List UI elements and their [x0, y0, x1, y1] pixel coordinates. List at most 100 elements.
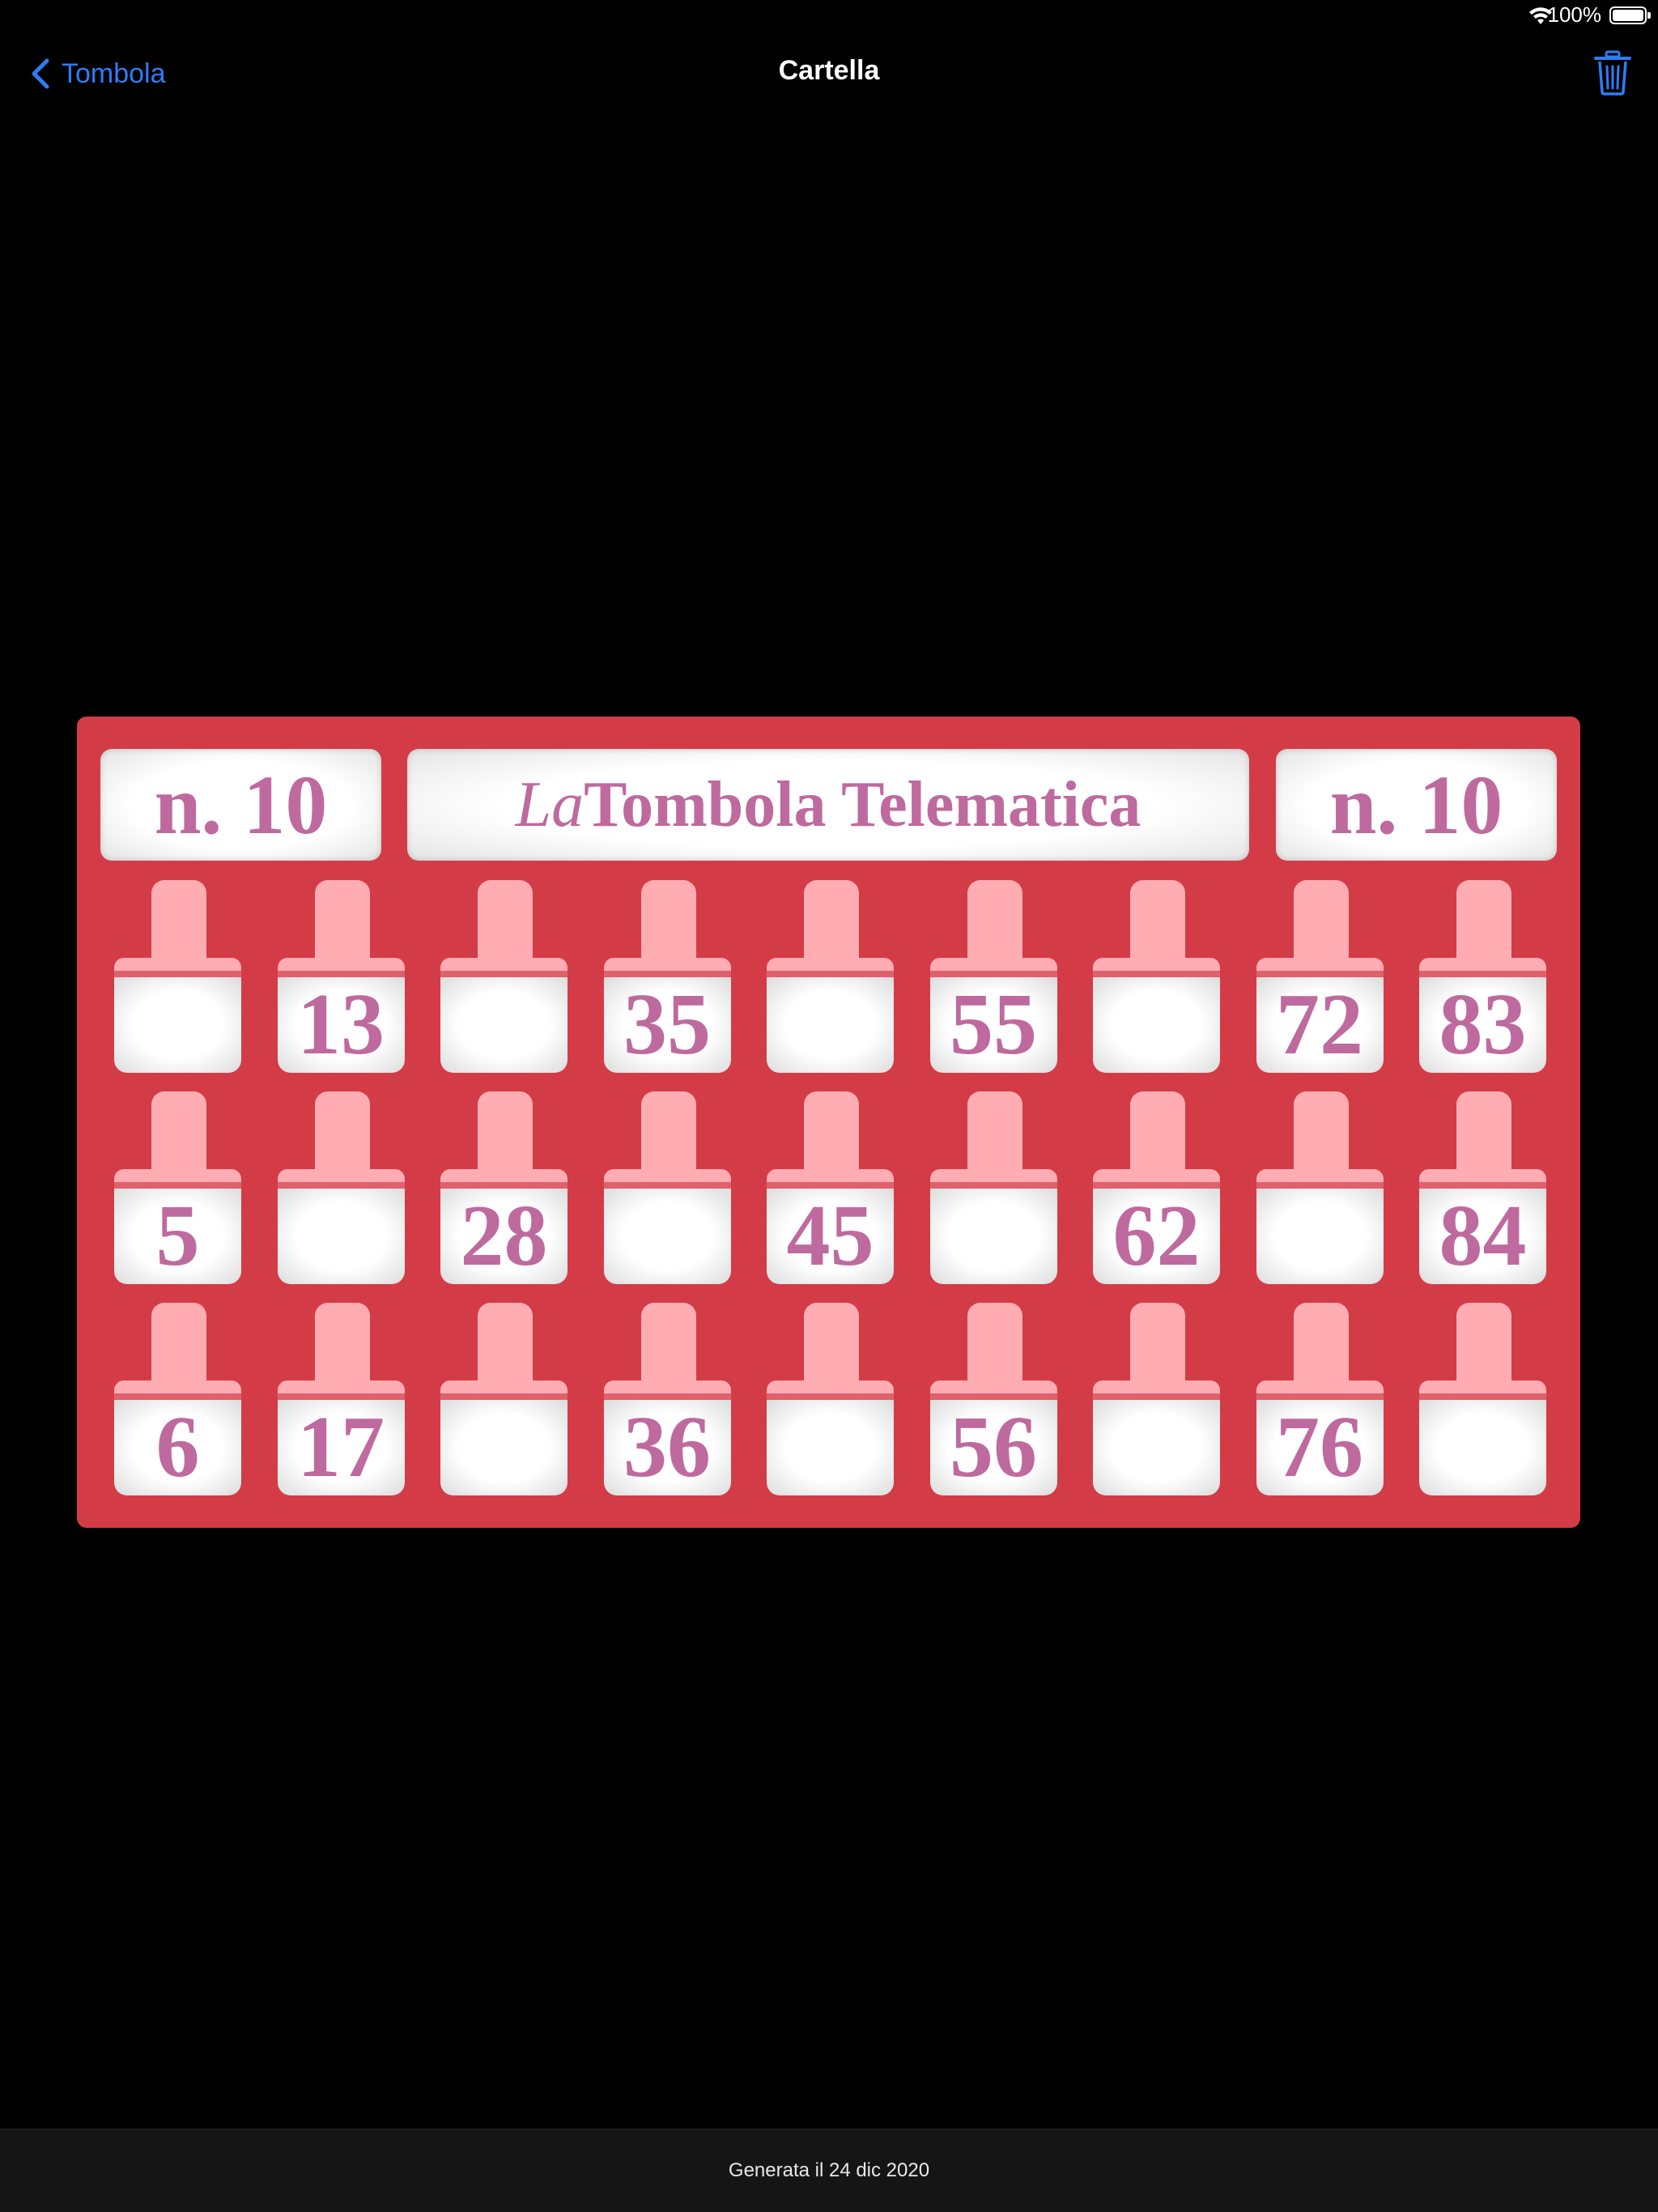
cell-tab	[1130, 880, 1185, 969]
cell-band	[603, 958, 731, 977]
cell-number: 17	[277, 1400, 405, 1495]
cell-number: 5	[114, 1189, 241, 1284]
cell-tab	[1456, 1091, 1511, 1180]
generated-date-label: Generata il 24 dic 2020	[728, 2159, 930, 2181]
cell-band	[1256, 958, 1384, 977]
battery-icon	[1609, 6, 1651, 24]
cell-band	[440, 1169, 568, 1189]
cell-number: 62	[1093, 1189, 1220, 1284]
number-cell[interactable]	[440, 880, 568, 1073]
cell-number: 45	[767, 1189, 894, 1284]
cell-band	[1093, 958, 1220, 977]
number-cell[interactable]: 17	[277, 1303, 405, 1495]
cell-tab	[967, 1303, 1022, 1392]
number-cell[interactable]	[767, 1303, 894, 1495]
number-cell[interactable]: 55	[929, 880, 1057, 1073]
number-cell[interactable]	[1093, 1303, 1220, 1495]
cell-number	[114, 977, 241, 1073]
cell-tab	[804, 1303, 859, 1392]
number-cell[interactable]	[1419, 1303, 1546, 1495]
cell-band	[1419, 1169, 1546, 1189]
cell-tab	[1130, 1303, 1185, 1392]
number-cell[interactable]	[1256, 1091, 1384, 1284]
card-number-right: n. 10	[1276, 749, 1557, 861]
number-cell[interactable]	[603, 1091, 731, 1284]
cell-tab	[1293, 1303, 1349, 1392]
cell-band	[929, 1169, 1057, 1189]
number-cell[interactable]: 13	[277, 880, 405, 1073]
cell-band	[277, 1169, 405, 1189]
number-cell[interactable]	[114, 880, 241, 1073]
cell-number: 35	[603, 977, 731, 1073]
cell-tab	[1293, 880, 1349, 969]
number-cell[interactable]	[929, 1091, 1057, 1284]
cell-tab	[151, 1091, 206, 1180]
number-cell[interactable]: 35	[603, 880, 731, 1073]
cell-tab	[640, 880, 696, 969]
number-cell[interactable]	[1093, 880, 1220, 1073]
number-cell[interactable]: 6	[114, 1303, 241, 1495]
cell-number	[277, 1189, 405, 1284]
cell-tab	[151, 880, 206, 969]
cell-tab	[314, 1303, 370, 1392]
trash-icon	[1594, 50, 1631, 96]
number-cell[interactable]: 36	[603, 1303, 731, 1495]
cell-band	[767, 1169, 894, 1189]
number-cell[interactable]: 83	[1419, 880, 1546, 1073]
page-title: Cartella	[778, 55, 880, 86]
cell-number	[767, 1400, 894, 1495]
card-title-main: Tombola Telematica	[584, 768, 1141, 840]
number-cell[interactable]	[277, 1091, 405, 1284]
number-cell[interactable]: 5	[114, 1091, 241, 1284]
cell-band	[277, 958, 405, 977]
cell-number	[603, 1189, 731, 1284]
number-cell[interactable]: 28	[440, 1091, 568, 1284]
cell-number	[1256, 1189, 1384, 1284]
status-bar: 100%	[1415, 0, 1658, 32]
cell-tab	[640, 1303, 696, 1392]
cell-tab	[640, 1091, 696, 1180]
cell-tab	[967, 1091, 1022, 1180]
number-cell[interactable]: 76	[1256, 1303, 1384, 1495]
cell-band	[767, 1380, 894, 1400]
cell-tab	[1456, 880, 1511, 969]
number-cell[interactable]: 56	[929, 1303, 1057, 1495]
navigation-bar: Tombola Cartella	[0, 32, 1658, 113]
cell-band	[440, 1380, 568, 1400]
cell-band	[277, 1380, 405, 1400]
cell-tab	[314, 1091, 370, 1180]
number-cell[interactable]: 62	[1093, 1091, 1220, 1284]
cell-band	[1419, 1380, 1546, 1400]
cell-tab	[314, 880, 370, 969]
cell-number	[440, 977, 568, 1073]
number-cell[interactable]	[767, 880, 894, 1073]
tombola-card: n. 10 La Tombola Telematica n. 10 13 35 55 7…	[77, 717, 1580, 1528]
number-cell[interactable]: 84	[1419, 1091, 1546, 1284]
cell-band	[114, 1169, 241, 1189]
cell-number: 13	[277, 977, 405, 1073]
cell-number	[440, 1400, 568, 1495]
cell-number	[1419, 1400, 1546, 1495]
number-cell[interactable]: 45	[767, 1091, 894, 1284]
cell-number: 36	[603, 1400, 731, 1495]
cell-tab	[967, 880, 1022, 969]
cell-band	[1256, 1380, 1384, 1400]
cell-band	[114, 1380, 241, 1400]
cell-band	[1419, 958, 1546, 977]
cell-number: 6	[114, 1400, 241, 1495]
cell-number: 28	[440, 1189, 568, 1284]
number-cell[interactable]: 72	[1256, 880, 1384, 1073]
cell-number: 76	[1256, 1400, 1384, 1495]
cell-tab	[1456, 1303, 1511, 1392]
cell-number: 83	[1419, 977, 1546, 1073]
cell-number	[929, 1189, 1057, 1284]
cell-tab	[1130, 1091, 1185, 1180]
cell-tab	[478, 1303, 533, 1392]
cell-number: 55	[929, 977, 1057, 1073]
cell-tab	[478, 880, 533, 969]
delete-button[interactable]	[1593, 50, 1632, 96]
number-cell[interactable]	[440, 1303, 568, 1495]
cell-tab	[478, 1091, 533, 1180]
cell-tab	[804, 1091, 859, 1180]
cell-band	[1093, 1169, 1220, 1189]
